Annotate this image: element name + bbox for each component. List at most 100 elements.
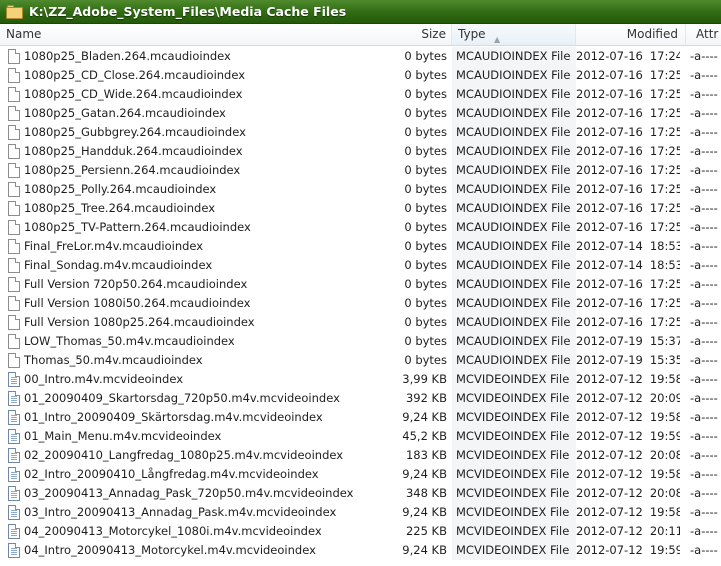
file-name: 04_Intro_20090413_Motorcykel.m4v.mcvideo…	[24, 543, 316, 557]
file-row[interactable]: 1080p25_Tree.264.mcaudioindex 0 bytes MCAU…	[0, 199, 721, 218]
file-size: 9,24 KB	[402, 410, 447, 424]
blank-file-icon	[8, 201, 20, 216]
file-modified-time: 19:58	[649, 505, 680, 519]
file-modified-time: 15:37	[649, 334, 680, 348]
file-modified-date: 2012-07-16	[576, 315, 643, 329]
file-row[interactable]: 03_Intro_20090413_Annadag_Pask.m4v.mcvid…	[0, 503, 721, 522]
file-modified: 2012-07-14 18:53	[576, 256, 680, 275]
blank-file-icon	[8, 239, 20, 254]
blank-file-icon	[8, 296, 20, 311]
folder-icon	[6, 4, 23, 19]
file-row[interactable]: 04_20090413_Motorcykel_1080i.m4v.mcvideo…	[0, 522, 721, 541]
file-type: MCVIDEOINDEX File	[452, 446, 576, 465]
file-attributes: -a----	[690, 429, 718, 443]
file-row[interactable]: 1080p25_TV-Pattern.264.mcaudioindex 0 byt…	[0, 218, 721, 237]
file-modified: 2012-07-12 19:59	[576, 427, 680, 446]
file-modified: 2012-07-12 19:58	[576, 370, 680, 389]
text-file-icon	[8, 467, 20, 482]
file-attributes: -a----	[690, 372, 718, 386]
file-attributes: -a----	[690, 87, 718, 101]
file-row[interactable]: 01_Main_Menu.m4v.mcvideoindex 45,2 KB MCVI…	[0, 427, 721, 446]
file-row[interactable]: 01_20090409_Skartorsdag_720p50.m4v.mcvid…	[0, 389, 721, 408]
file-modified-date: 2012-07-16	[576, 106, 643, 120]
file-size: 0 bytes	[404, 277, 447, 291]
file-modified: 2012-07-12 19:58	[576, 503, 680, 522]
file-name: 1080p25_TV-Pattern.264.mcaudioindex	[24, 220, 251, 234]
file-modified: 2012-07-12 19:58	[576, 408, 680, 427]
file-attributes: -a----	[690, 182, 718, 196]
file-attributes: -a----	[690, 391, 718, 405]
file-row[interactable]: 00_Intro.m4v.mcvideoindex 3,99 KB MCVIDEOI…	[0, 370, 721, 389]
file-row[interactable]: Final_FreLor.m4v.mcaudioindex 0 bytes MCAU…	[0, 237, 721, 256]
file-modified-time: 18:53	[649, 239, 680, 253]
file-attributes: -a----	[690, 410, 718, 424]
file-row[interactable]: 1080p25_Gatan.264.mcaudioindex 0 bytes MCA…	[0, 104, 721, 123]
file-modified: 2012-07-19 15:35	[576, 351, 680, 370]
column-header-name[interactable]: Name	[0, 24, 360, 45]
file-attributes: -a----	[690, 467, 718, 481]
file-size: 0 bytes	[404, 239, 447, 253]
file-size: 9,24 KB	[402, 505, 447, 519]
file-row[interactable]: 1080p25_Persienn.264.mcaudioindex 0 bytes…	[0, 161, 721, 180]
blank-file-icon	[8, 49, 20, 64]
file-row[interactable]: 1080p25_Handduk.264.mcaudioindex 0 bytes M…	[0, 142, 721, 161]
file-type: MCVIDEOINDEX File	[452, 465, 576, 484]
file-type: MCAUDIOINDEX File	[452, 351, 576, 370]
file-modified-date: 2012-07-12	[576, 391, 643, 405]
column-header-modified[interactable]: Modified	[576, 24, 686, 45]
file-row[interactable]: 04_Intro_20090413_Motorcykel.m4v.mcvideo…	[0, 541, 721, 560]
file-type: MCVIDEOINDEX File	[452, 503, 576, 522]
file-modified: 2012-07-12 20:08	[576, 446, 680, 465]
file-row[interactable]: 01_Intro_20090409_Skärtorsdag.m4v.mcvide…	[0, 408, 721, 427]
file-attributes: -a----	[690, 163, 718, 177]
file-row[interactable]: Full Version 1080p25.264.mcaudioindex 0 b…	[0, 313, 721, 332]
file-row[interactable]: Thomas_50.m4v.mcaudioindex 0 bytes MCAUDIO…	[0, 351, 721, 370]
file-row[interactable]: 1080p25_Bladen.264.mcaudioindex 0 bytes MC…	[0, 47, 721, 66]
blank-file-icon	[8, 144, 20, 159]
file-modified: 2012-07-16 17:25	[576, 123, 680, 142]
file-name: Full Version 1080p25.264.mcaudioindex	[24, 315, 255, 329]
file-size: 392 KB	[405, 391, 447, 405]
file-attributes: -a----	[690, 258, 718, 272]
file-row[interactable]: Full Version 1080i50.264.mcaudioindex 0 b…	[0, 294, 721, 313]
file-modified: 2012-07-14 18:53	[576, 237, 680, 256]
blank-file-icon	[8, 315, 20, 330]
file-modified-date: 2012-07-16	[576, 201, 643, 215]
column-header-attr[interactable]: Attr	[686, 24, 721, 45]
file-attributes: -a----	[690, 201, 718, 215]
file-type: MCAUDIOINDEX File	[452, 180, 576, 199]
file-modified: 2012-07-12 20:08	[576, 484, 680, 503]
file-name: 1080p25_CD_Wide.264.mcaudioindex	[24, 87, 243, 101]
file-modified-time: 17:25	[649, 220, 680, 234]
column-header-type[interactable]: Type ▲	[452, 24, 576, 45]
file-row[interactable]: 1080p25_CD_Wide.264.mcaudioindex 0 bytes M…	[0, 85, 721, 104]
blank-file-icon	[8, 125, 20, 140]
text-file-icon	[8, 410, 20, 425]
file-name: 03_20090413_Annadag_Pask_720p50.m4v.mcvi…	[24, 486, 354, 500]
file-modified-date: 2012-07-14	[576, 258, 643, 272]
file-name: Full Version 1080i50.264.mcaudioindex	[24, 296, 251, 310]
file-modified: 2012-07-16 17:25	[576, 142, 680, 161]
file-row[interactable]: 03_20090413_Annadag_Pask_720p50.m4v.mcvi…	[0, 484, 721, 503]
file-row[interactable]: 1080p25_CD_Close.264.mcaudioindex 0 bytes…	[0, 66, 721, 85]
file-attributes: -a----	[690, 543, 718, 557]
file-type: MCAUDIOINDEX File	[452, 256, 576, 275]
file-name: 1080p25_CD_Close.264.mcaudioindex	[24, 68, 246, 82]
file-name: Full Version 720p50.264.mcaudioindex	[24, 277, 248, 291]
file-modified-date: 2012-07-12	[576, 448, 643, 462]
file-row[interactable]: 1080p25_Polly.264.mcaudioindex 0 bytes MCA…	[0, 180, 721, 199]
blank-file-icon	[8, 106, 20, 121]
file-row[interactable]: LOW_Thomas_50.m4v.mcaudioindex 0 bytes MCA…	[0, 332, 721, 351]
file-row[interactable]: 02_20090410_Langfredag_1080p25.m4v.mcvid…	[0, 446, 721, 465]
file-row[interactable]: Full Version 720p50.264.mcaudioindex 0 by…	[0, 275, 721, 294]
file-name: 02_Intro_20090410_Långfredag.m4v.mcvideo…	[24, 467, 319, 481]
file-row[interactable]: 1080p25_Gubbgrey.264.mcaudioindex 0 bytes…	[0, 123, 721, 142]
file-attributes: -a----	[690, 144, 718, 158]
file-size: 0 bytes	[404, 258, 447, 272]
file-row[interactable]: 02_Intro_20090410_Långfredag.m4v.mcvideo…	[0, 465, 721, 484]
file-type: MCAUDIOINDEX File	[452, 313, 576, 332]
file-modified-time: 19:58	[649, 467, 680, 481]
file-row[interactable]: Final_Sondag.m4v.mcaudioindex 0 bytes MCAU…	[0, 256, 721, 275]
file-modified-date: 2012-07-12	[576, 524, 643, 538]
text-file-icon	[8, 524, 20, 539]
